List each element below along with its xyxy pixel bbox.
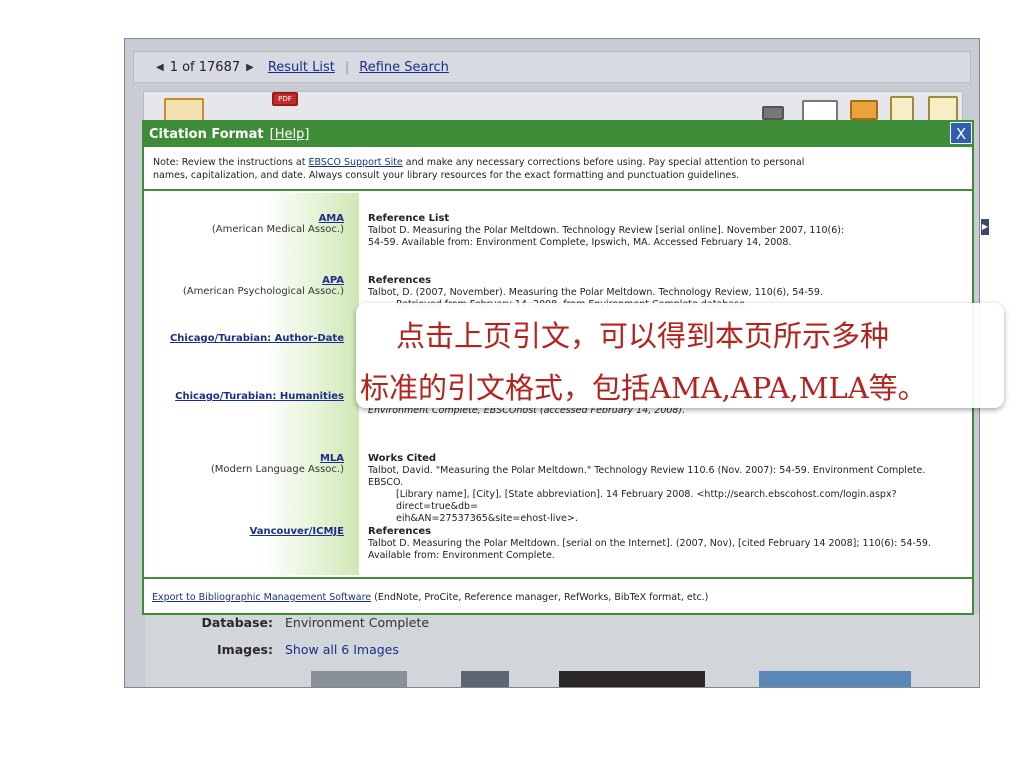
ebsco-support-site-link[interactable]: EBSCO Support Site [308, 157, 402, 168]
show-all-images-link[interactable]: Show all 6 Images [285, 642, 399, 657]
citation-line: Talbot D. Measuring the Polar Meltdown. … [368, 225, 845, 236]
style-name-column [144, 193, 359, 575]
images-row: Images: Show all 6 Images [145, 642, 399, 657]
citation-text: Reference List Talbot D. Measuring the P… [368, 213, 958, 249]
note-text-mid: and make any necessary corrections befor… [402, 157, 805, 168]
pdf-icon[interactable]: PDF [272, 92, 298, 106]
slide: ◀ 1 of 17687 ▶ Result List | Refine Sear… [0, 0, 1024, 768]
citation-line: eih&AN=27537365&site=ehost-live>. [396, 513, 578, 524]
dialog-title: Citation Format [149, 127, 264, 142]
citation-note: Note: Review the instructions at EBSCO S… [144, 147, 972, 191]
style-label: Chicago/Turabian: Humanities [144, 391, 344, 402]
print-icon[interactable] [762, 106, 784, 120]
images-label: Images: [217, 642, 273, 657]
citation-text: Works Cited Talbot, David. "Measuring th… [368, 453, 958, 525]
citation-header: References [368, 275, 432, 286]
style-label: Chicago/Turabian: Author-Date [144, 333, 344, 344]
database-value: Environment Complete [285, 615, 430, 630]
style-name-link[interactable]: MLA [144, 453, 344, 464]
help-wrapper: [Help] [269, 127, 310, 142]
image-thumbnail[interactable] [311, 671, 407, 687]
image-thumbnail[interactable] [759, 671, 911, 687]
result-list-link[interactable]: Result List [268, 60, 335, 75]
style-name-link[interactable]: Vancouver/ICMJE [144, 526, 344, 537]
database-row: Database: Environment Complete [145, 615, 429, 630]
citation-line: 54-59. Available from: Environment Compl… [368, 237, 792, 248]
style-label: Vancouver/ICMJE [144, 526, 344, 537]
style-name-link[interactable]: Chicago/Turabian: Author-Date [144, 333, 344, 344]
citation-text: References Talbot D. Measuring the Polar… [368, 526, 958, 562]
expand-panel-arrow-icon[interactable]: ▶ [981, 219, 989, 235]
cite-icon[interactable] [890, 96, 914, 122]
record-navigation-bar: ◀ 1 of 17687 ▶ Result List | Refine Sear… [133, 51, 971, 83]
citation-line: Talbot D. Measuring the Polar Meltdown. … [368, 538, 931, 549]
export-bibliographic-link[interactable]: Export to Bibliographic Management Softw… [152, 592, 371, 603]
image-thumbnail[interactable] [559, 671, 705, 687]
export-row: Export to Bibliographic Management Softw… [144, 577, 972, 613]
export-note: (EndNote, ProCite, Reference manager, Re… [371, 592, 709, 603]
note-text-end: names, capitalization, and date. Always … [153, 170, 740, 181]
citation-header: References [368, 526, 432, 537]
add-to-folder-icon[interactable] [164, 98, 204, 122]
database-label: Database: [201, 615, 273, 630]
nav-divider: | [344, 59, 350, 75]
close-button[interactable]: X [950, 122, 972, 144]
style-name-link[interactable]: APA [144, 275, 344, 286]
annotation-callout: 点击上页引文，可以得到本页所示多种 标准的引文格式，包括AMA,APA,MLA等… [356, 303, 1004, 408]
save-icon[interactable] [850, 100, 878, 120]
style-name-link[interactable]: Chicago/Turabian: Humanities [144, 391, 344, 402]
pdf-label: PDF [278, 95, 292, 103]
citation-line: Available from: Environment Complete. [368, 550, 555, 561]
email-icon[interactable] [802, 100, 838, 122]
next-record-arrow-icon[interactable]: ▶ [246, 62, 254, 73]
dialog-title-bar: Citation Format [Help] [144, 122, 972, 147]
style-name-link[interactable]: AMA [144, 213, 344, 224]
style-description: (American Medical Assoc.) [211, 224, 344, 235]
note-text-start: Note: Review the instructions at [153, 157, 309, 168]
citation-line: [Library name], [City], [State abbreviat… [396, 489, 897, 512]
style-label: AMA (American Medical Assoc.) [144, 213, 344, 235]
citation-line: Talbot, D. (2007, November). Measuring t… [368, 287, 823, 298]
style-label: MLA (Modern Language Assoc.) [144, 453, 344, 475]
annotation-line-2: 标准的引文格式，包括AMA,APA,MLA等。 [360, 371, 927, 405]
help-link[interactable]: Help [275, 127, 305, 142]
export-icon[interactable] [928, 96, 958, 122]
annotation-line-1: 点击上页引文，可以得到本页所示多种 [396, 319, 890, 353]
citation-line: Talbot, David. "Measuring the Polar Melt… [368, 465, 926, 488]
style-label: APA (American Psychological Assoc.) [144, 275, 344, 297]
citation-header: Works Cited [368, 453, 437, 464]
record-counter: 1 of 17687 [169, 59, 241, 75]
image-thumbnail[interactable] [461, 671, 509, 687]
refine-search-link[interactable]: Refine Search [359, 60, 449, 75]
style-description: (Modern Language Assoc.) [210, 464, 344, 475]
previous-record-arrow-icon[interactable]: ◀ [156, 62, 164, 73]
citation-header: Reference List [368, 213, 450, 224]
style-description: (American Psychological Assoc.) [182, 286, 344, 297]
